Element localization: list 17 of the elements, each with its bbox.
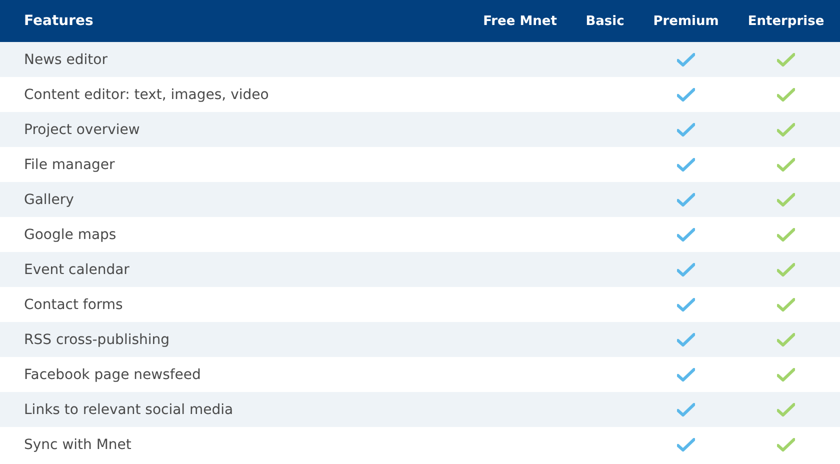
feature-name: Content editor: text, images, video	[23, 86, 270, 104]
feature-name: Facebook page newsfeed	[23, 366, 202, 384]
feature-name: Google maps	[23, 226, 118, 244]
feature-name: Sync with Mnet	[23, 436, 132, 454]
feature-name: Contact forms	[23, 296, 124, 314]
column-header: Features	[23, 12, 94, 31]
column-header: Premium	[652, 12, 720, 30]
feature-name: Links to relevant social media	[23, 400, 234, 420]
feature-name: RSS cross-publishing	[23, 330, 171, 350]
feature-name: Gallery	[23, 190, 75, 210]
column-header: Basic	[584, 12, 626, 30]
feature-name: File manager	[23, 156, 116, 174]
feature-name: Project overview	[23, 120, 141, 140]
column-header: Enterprise	[746, 12, 826, 30]
column-header: Free Mnet	[482, 12, 558, 30]
feature-name: Event calendar	[23, 260, 130, 280]
feature-name: News editor	[23, 50, 108, 70]
